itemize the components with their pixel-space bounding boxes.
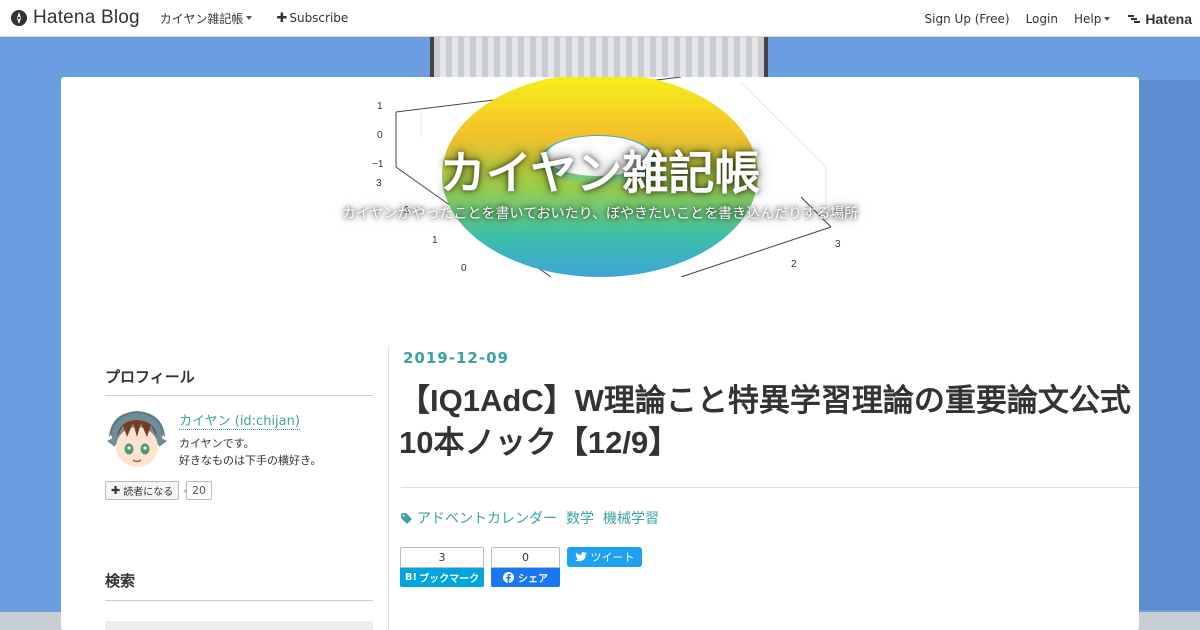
subscribe-link[interactable]: ✚ Subscribe bbox=[276, 0, 348, 37]
bookmark-count: 3 bbox=[400, 547, 484, 568]
avatar[interactable] bbox=[105, 407, 169, 471]
hatena-bookmark-icon: B! bbox=[404, 572, 418, 583]
left-tick: 1 bbox=[432, 235, 438, 246]
chevron-down-icon bbox=[1104, 16, 1111, 21]
hatena-bookmark-button[interactable]: 3 B! ブックマーク bbox=[400, 547, 484, 587]
category-link[interactable]: 数学 bbox=[566, 508, 594, 528]
category-link[interactable]: アドベントカレンダー bbox=[417, 508, 557, 528]
facebook-count: 0 bbox=[491, 547, 560, 568]
signup-link[interactable]: Sign Up (Free) bbox=[925, 0, 1010, 37]
login-link[interactable]: Login bbox=[1026, 0, 1058, 37]
blog-menu[interactable]: カイヤン雑記帳 bbox=[160, 0, 253, 37]
chevron-down-icon bbox=[246, 16, 253, 20]
subscribe-reader-label: 読者になる bbox=[123, 487, 174, 498]
right-tick: 3 bbox=[835, 239, 841, 250]
author-bio-line: 好きなものは下手の横好き。 bbox=[179, 454, 322, 467]
facebook-share-button[interactable]: 0 シェア bbox=[491, 547, 560, 587]
post-title[interactable]: 【IQ1AdC】W理論こと特異学習理論の重要論文公式10本ノック【12/9】 bbox=[399, 380, 1139, 464]
subscribe-reader-button[interactable]: ✚ 読者になる bbox=[105, 481, 180, 500]
right-tick: 2 bbox=[791, 259, 797, 270]
tweet-button[interactable]: ツイート bbox=[567, 547, 642, 567]
z-tick: 1 bbox=[377, 101, 383, 112]
login-label: Login bbox=[1025, 11, 1058, 26]
hatena-mark-icon bbox=[1128, 14, 1141, 23]
facebook-icon bbox=[503, 572, 514, 583]
post-categories: アドベントカレンダー 数学 機械学習 bbox=[401, 508, 668, 528]
hatena-top-bar: Hatena Blog カイヤン雑記帳 ✚ Subscribe Sign Up … bbox=[0, 0, 1200, 37]
facebook-label: シェア bbox=[518, 574, 548, 585]
help-label: Help bbox=[1073, 11, 1102, 26]
hatena-label: Hatena bbox=[1145, 10, 1192, 27]
hatena-logo[interactable]: Hatena bbox=[1128, 11, 1192, 27]
divider bbox=[105, 600, 373, 601]
help-menu[interactable]: Help bbox=[1073, 0, 1111, 37]
divider bbox=[401, 487, 1139, 488]
category-link[interactable]: 機械学習 bbox=[603, 508, 659, 528]
subscriber-count: 20 bbox=[183, 481, 212, 500]
bookmark-label: ブックマーク bbox=[419, 574, 480, 585]
tweet-label: ツイート bbox=[590, 551, 635, 564]
signup-label: Sign Up (Free) bbox=[924, 11, 1010, 26]
left-tick: 0 bbox=[461, 263, 467, 274]
blog-menu-label: カイヤン雑記帳 bbox=[159, 11, 244, 26]
blog-title[interactable]: カイヤン雑記帳 bbox=[61, 137, 1139, 203]
search-section-title: 検索 bbox=[105, 572, 136, 590]
post-date[interactable]: 2019-12-09 bbox=[403, 349, 509, 367]
page-shadow bbox=[1139, 80, 1200, 610]
brand-name: Hatena Blog bbox=[33, 7, 140, 28]
divider bbox=[105, 395, 373, 396]
author-link[interactable]: カイヤン (id:chijan) bbox=[179, 410, 300, 430]
tag-icon bbox=[401, 512, 412, 524]
plus-icon: ✚ bbox=[111, 484, 121, 497]
search-input[interactable] bbox=[105, 621, 373, 630]
blog-description: カイヤンがやったことを書いておいたり、ぼやきたいことを書き込んだりする場所 bbox=[341, 206, 859, 222]
pen-icon bbox=[11, 10, 27, 26]
hatena-blog-logo[interactable]: Hatena Blog bbox=[10, 0, 140, 37]
author-bio-line: カイヤンです。 bbox=[179, 437, 255, 450]
column-divider bbox=[388, 347, 389, 630]
blog-card: 1 0 −1 3 2 1 0 3 2 カイヤン雑記帳 カイヤンがやったことを書い… bbox=[61, 77, 1139, 630]
twitter-bird-icon bbox=[574, 552, 587, 562]
plus-icon: ✚ bbox=[276, 10, 288, 26]
subscribe-label: Subscribe bbox=[289, 11, 349, 25]
profile-section-title: プロフィール bbox=[105, 368, 195, 386]
header-photo-strip bbox=[430, 37, 768, 77]
